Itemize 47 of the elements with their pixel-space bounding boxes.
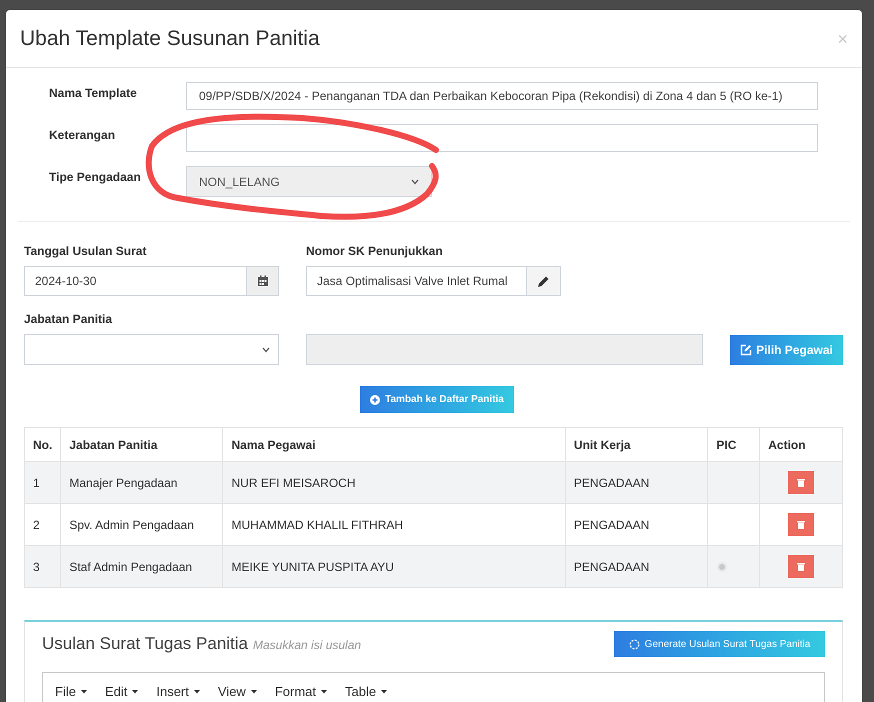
trash-icon bbox=[797, 562, 806, 571]
table-cell: 3 bbox=[24, 546, 61, 588]
plus-circle-icon bbox=[370, 394, 380, 404]
caret-icon bbox=[194, 690, 200, 694]
delete-button[interactable] bbox=[788, 555, 814, 578]
radio-button[interactable] bbox=[717, 562, 728, 572]
table-cell: PENGADAAN bbox=[565, 546, 708, 588]
caret-icon bbox=[381, 690, 388, 694]
text-field[interactable] bbox=[186, 124, 818, 152]
chevron-down-icon bbox=[411, 178, 419, 184]
caret-icon bbox=[80, 690, 87, 694]
calendar-icon bbox=[256, 275, 268, 287]
menu-item[interactable]: Table bbox=[345, 682, 388, 702]
field-label: Nama Template bbox=[49, 85, 138, 102]
date-field[interactable]: 2024-10-30 bbox=[24, 266, 279, 296]
column-header: No. bbox=[24, 428, 61, 462]
panel-title: Usulan Surat Tugas Panitia bbox=[42, 633, 248, 656]
chevron-down-icon bbox=[262, 346, 270, 352]
panel-subtitle: Masukkan isi usulan bbox=[253, 637, 362, 654]
table-cell: Staf Admin Pengadaan bbox=[60, 546, 223, 588]
field-label: Nomor SK Penunjukkan bbox=[306, 243, 444, 260]
menu-item[interactable]: Format bbox=[274, 682, 327, 702]
pencil-icon bbox=[537, 274, 550, 288]
edit-icon bbox=[740, 344, 752, 356]
column-header: Nama Pegawai bbox=[222, 428, 566, 462]
field-label: Jabatan Panitia bbox=[24, 311, 114, 328]
table-cell: MEIKE YUNITA PUSPITA AYU bbox=[222, 546, 566, 588]
field-label: Tipe Pengadaan bbox=[49, 169, 142, 186]
field-label: Tanggal Usulan Surat bbox=[24, 243, 148, 260]
menu-item[interactable]: View bbox=[218, 682, 257, 702]
sk-number-field[interactable]: Jasa Optimalisasi Valve Inlet Rumal bbox=[306, 266, 561, 296]
spinner-icon bbox=[628, 638, 640, 650]
caret-icon bbox=[250, 690, 257, 694]
menu-item[interactable]: Insert bbox=[156, 682, 200, 702]
menu-item[interactable]: File bbox=[55, 682, 87, 702]
delete-button[interactable] bbox=[788, 471, 814, 494]
trash-icon bbox=[797, 478, 806, 487]
caret-icon bbox=[132, 690, 138, 694]
delete-button[interactable] bbox=[788, 513, 814, 536]
menu-item[interactable]: Edit bbox=[104, 682, 138, 702]
field-label: Keterangan bbox=[49, 127, 116, 144]
column-header: Jabatan Panitia bbox=[60, 428, 223, 462]
text-field[interactable]: 09/PP/SDB/X/2024 - Penanganan TDA dan Perbaikan Kebocoran Pipa (Rekondisi) di Zona 4 dan 5 (RO ke-1) bbox=[186, 82, 818, 110]
caret-icon bbox=[321, 690, 327, 694]
trash-icon bbox=[797, 520, 806, 529]
modal-title: Ubah Template Susunan Panitia bbox=[20, 26, 320, 52]
column-header: Unit Kerja bbox=[565, 428, 708, 462]
